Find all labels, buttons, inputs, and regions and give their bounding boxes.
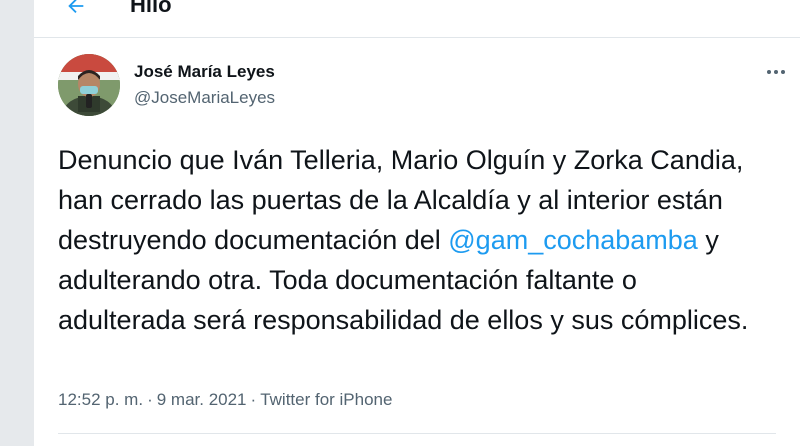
tweet-metadata: 12:52 p. m. · 9 mar. 2021 · Twitter for iPho… <box>58 390 392 410</box>
avatar[interactable] <box>58 54 120 116</box>
meta-separator: · <box>147 390 153 409</box>
tweet-text: Denuncio que Iván Telleria, Mario Olguín… <box>58 140 758 340</box>
tweet-date[interactable]: 9 mar. 2021 <box>157 390 247 409</box>
page: Hilo José María Leyes @JoseMariaLeyes De… <box>0 0 800 446</box>
author-handle[interactable]: @JoseMariaLeyes <box>134 88 275 108</box>
arrow-left-icon <box>68 0 84 14</box>
back-button[interactable] <box>58 0 94 20</box>
meta-separator: · <box>250 390 257 409</box>
author-name[interactable]: José María Leyes <box>134 62 275 82</box>
bottom-divider <box>58 433 776 434</box>
thread-column: Hilo José María Leyes @JoseMariaLeyes De… <box>34 0 800 446</box>
header-divider <box>34 37 800 38</box>
tweet-source[interactable]: Twitter for iPhone <box>260 390 392 409</box>
thread-header: Hilo <box>34 0 800 36</box>
page-title: Hilo <box>130 0 172 17</box>
tweet-time[interactable]: 12:52 p. m. <box>58 390 143 409</box>
more-options-button[interactable] <box>762 62 790 82</box>
avatar-image <box>58 54 120 116</box>
more-horizontal-icon <box>767 70 785 74</box>
mention-link[interactable]: @gam_cochabamba <box>448 225 698 255</box>
